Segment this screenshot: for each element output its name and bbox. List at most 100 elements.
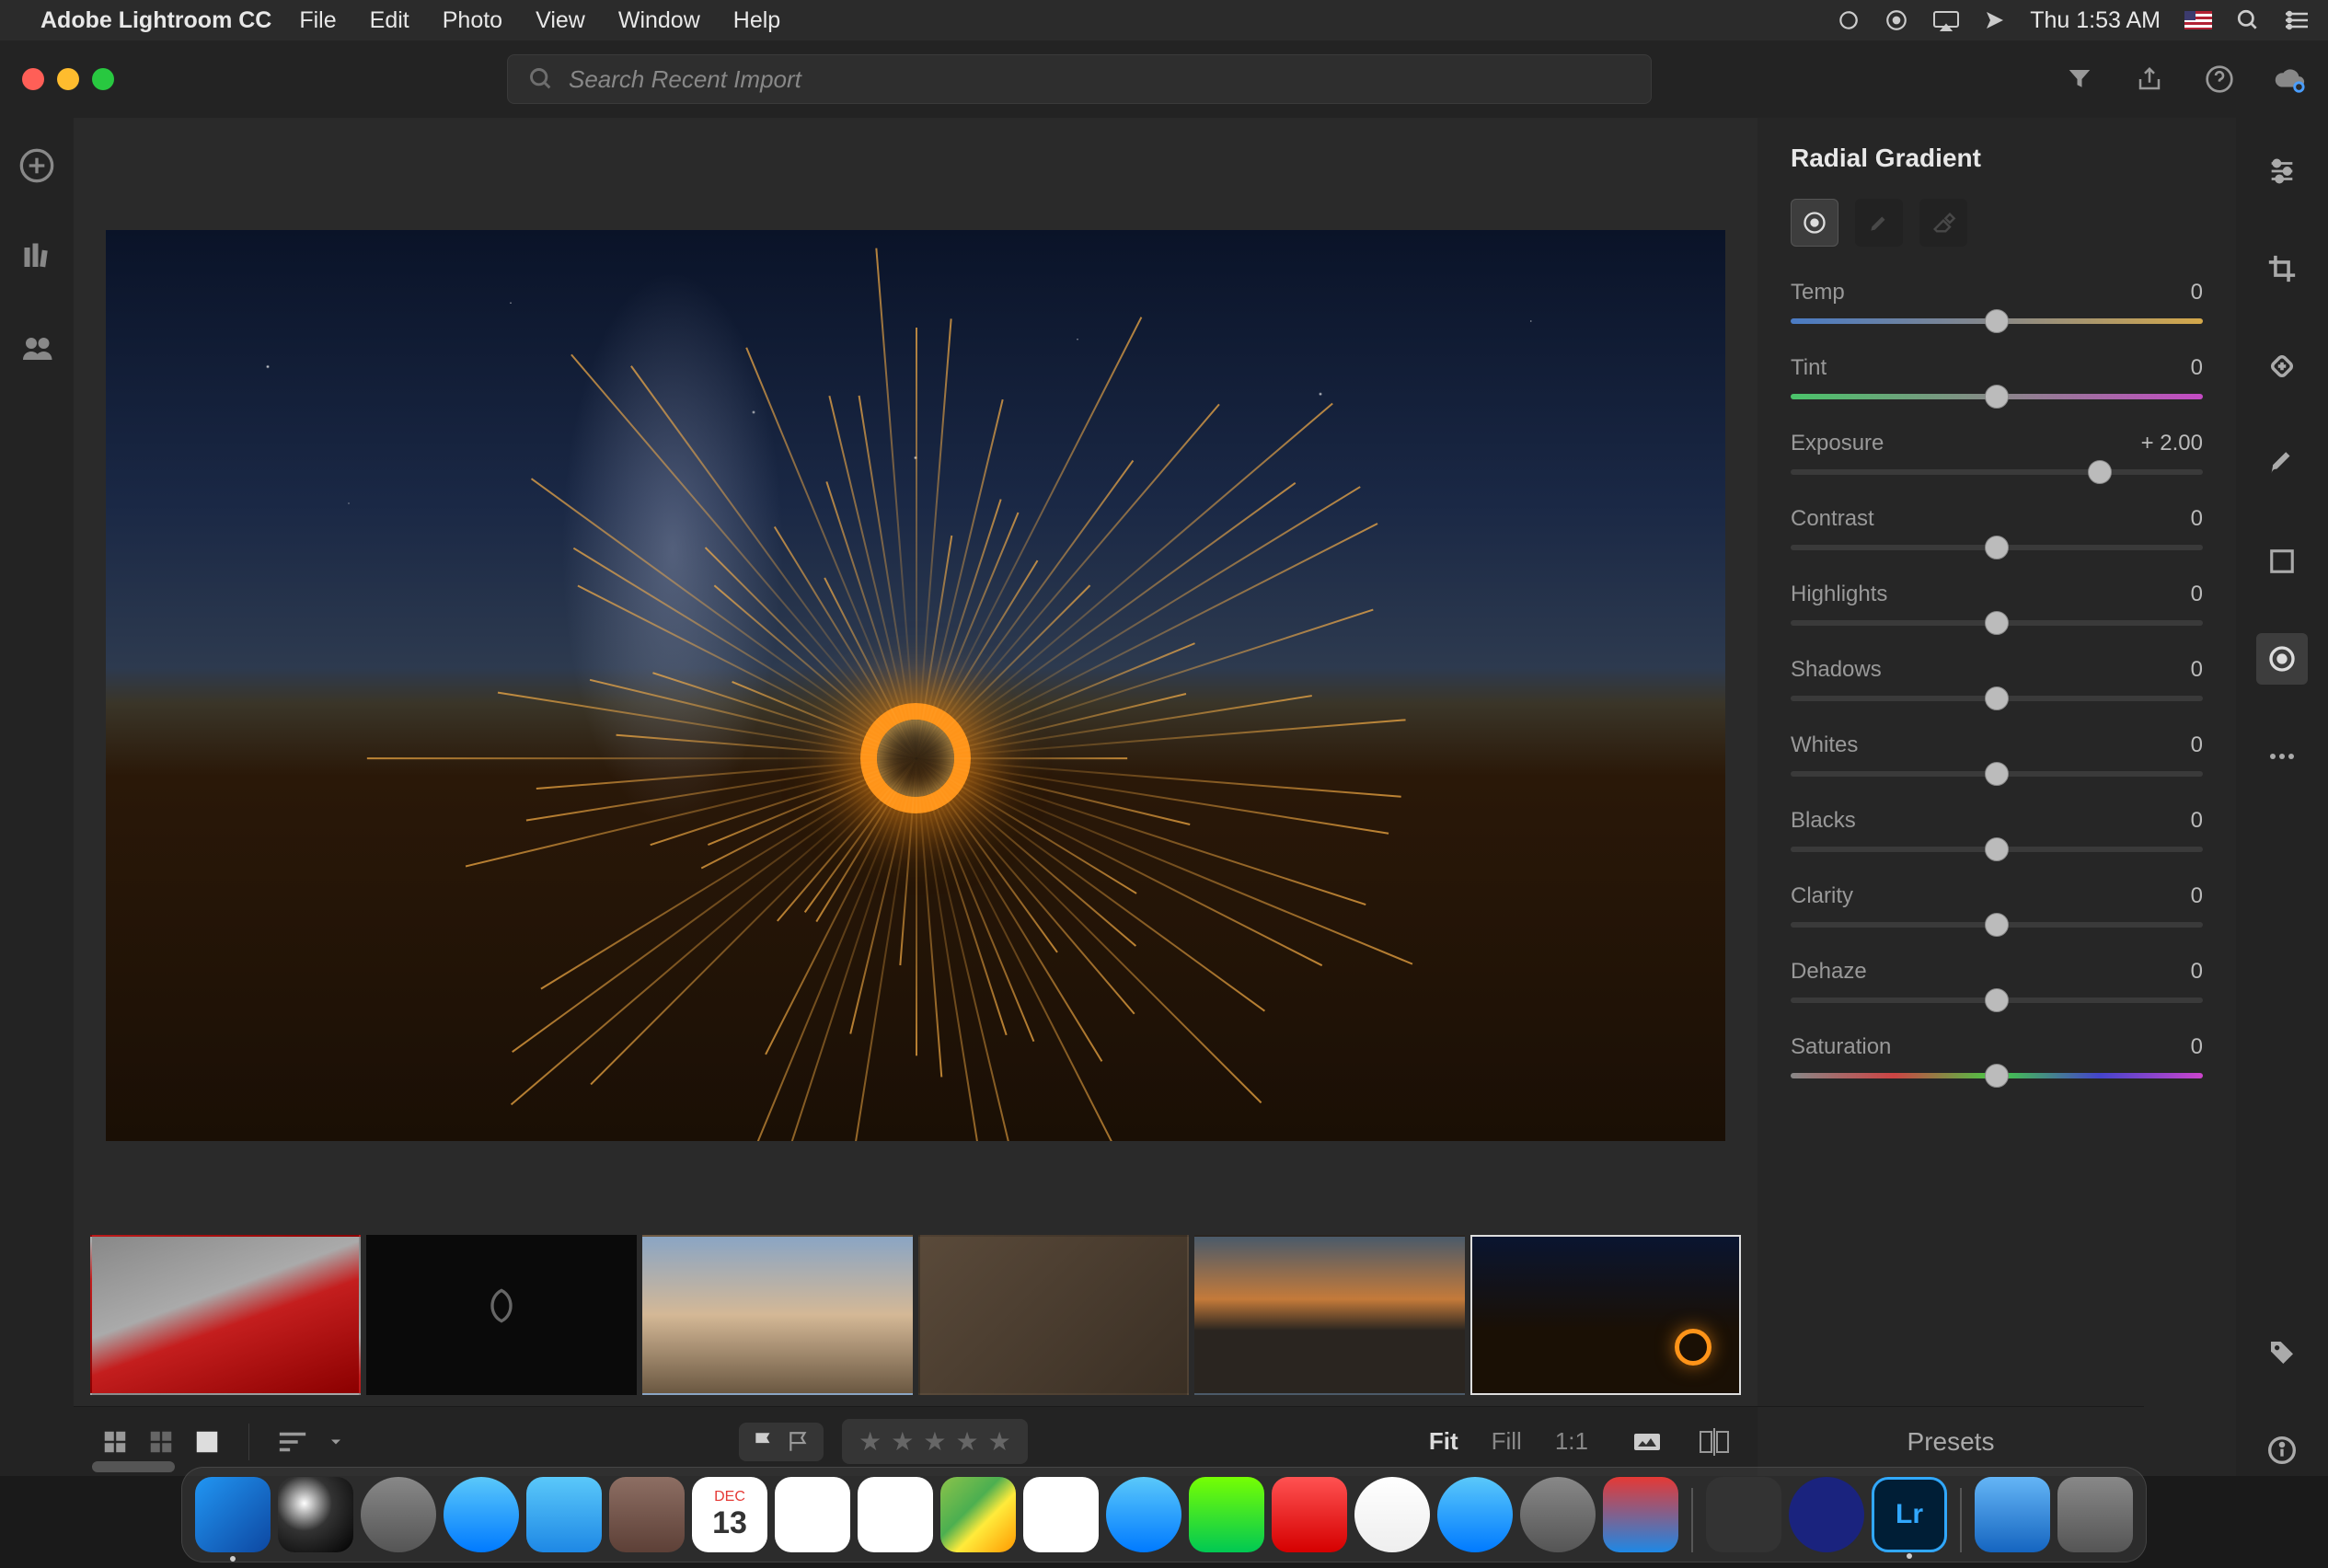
slider-track[interactable] <box>1791 469 2203 475</box>
slider-knob[interactable] <box>2088 460 2112 484</box>
linear-gradient-icon[interactable] <box>2256 536 2308 587</box>
dock-1password-icon[interactable] <box>1789 1477 1864 1552</box>
star-icon[interactable]: ★ <box>859 1426 882 1457</box>
zoom-1to1[interactable]: 1:1 <box>1555 1427 1588 1456</box>
slider-knob[interactable] <box>1985 385 2009 409</box>
dock-finder-icon[interactable] <box>195 1477 271 1552</box>
menu-view[interactable]: View <box>536 7 585 34</box>
slider-track[interactable] <box>1791 771 2203 777</box>
dock-facetime-icon[interactable] <box>1189 1477 1264 1552</box>
my-photos-button[interactable] <box>17 236 57 276</box>
sharing-button[interactable] <box>17 326 57 366</box>
tool-menu-icon[interactable] <box>1984 9 2006 31</box>
brush-icon[interactable] <box>2256 438 2308 490</box>
slider-blacks[interactable]: Blacks0 <box>1791 808 2203 852</box>
cloud-sync-icon[interactable] <box>2273 63 2306 96</box>
slider-exposure[interactable]: Exposure+ 2.00 <box>1791 431 2203 475</box>
show-original-icon[interactable] <box>1632 1430 1662 1454</box>
dock-syspref-icon[interactable] <box>1520 1477 1596 1552</box>
sort-icon[interactable] <box>277 1430 308 1454</box>
thumbnail[interactable] <box>918 1235 1189 1395</box>
fullscreen-window-button[interactable] <box>92 68 114 90</box>
flag-reject-icon[interactable] <box>787 1430 811 1454</box>
slider-knob[interactable] <box>1985 988 2009 1012</box>
search-input[interactable]: Search Recent Import <box>507 54 1652 104</box>
control-center-icon[interactable] <box>2284 10 2310 30</box>
dock-itunes-icon[interactable] <box>1354 1477 1430 1552</box>
dock-trash-icon[interactable] <box>2057 1477 2133 1552</box>
slider-clarity[interactable]: Clarity0 <box>1791 883 2203 928</box>
dock-messages-icon[interactable] <box>1106 1477 1181 1552</box>
radial-gradient-icon[interactable] <box>2256 633 2308 685</box>
menu-edit[interactable]: Edit <box>370 7 409 34</box>
creative-cloud-icon[interactable] <box>1837 8 1861 32</box>
grid-view-icon[interactable] <box>101 1428 129 1456</box>
dock-magnet-icon[interactable] <box>1603 1477 1678 1552</box>
mask-new-icon[interactable] <box>1791 199 1838 247</box>
input-source-flag-icon[interactable] <box>2184 11 2212 29</box>
keywords-icon[interactable] <box>2256 1327 2308 1378</box>
thumbnail[interactable] <box>1194 1235 1465 1395</box>
dock-contacts-icon[interactable] <box>609 1477 685 1552</box>
dock-reminders-icon[interactable] <box>858 1477 933 1552</box>
crop-icon[interactable] <box>2256 243 2308 294</box>
dock-notes-icon[interactable] <box>775 1477 850 1552</box>
sync-status-icon[interactable] <box>1884 8 1908 32</box>
slider-track[interactable] <box>1791 318 2203 324</box>
slider-track[interactable] <box>1791 847 2203 852</box>
mask-brush-icon[interactable] <box>1855 199 1903 247</box>
help-icon[interactable] <box>2203 63 2236 96</box>
slider-tint[interactable]: Tint0 <box>1791 355 2203 399</box>
star-icon[interactable]: ★ <box>891 1426 914 1457</box>
slider-track[interactable] <box>1791 997 2203 1003</box>
menu-help[interactable]: Help <box>733 7 780 34</box>
slider-dehaze[interactable]: Dehaze0 <box>1791 959 2203 1003</box>
slider-whites[interactable]: Whites0 <box>1791 732 2203 777</box>
star-icon[interactable]: ★ <box>988 1426 1011 1457</box>
slider-knob[interactable] <box>1985 837 2009 861</box>
slider-track[interactable] <box>1791 696 2203 701</box>
dock-downloads-icon[interactable] <box>1975 1477 2050 1552</box>
mask-erase-icon[interactable] <box>1919 199 1967 247</box>
square-grid-icon[interactable] <box>147 1428 175 1456</box>
slider-highlights[interactable]: Highlights0 <box>1791 582 2203 626</box>
slider-knob[interactable] <box>1985 536 2009 559</box>
dock-maps-icon[interactable] <box>940 1477 1016 1552</box>
slider-knob[interactable] <box>1985 611 2009 635</box>
slider-knob[interactable] <box>1985 1064 2009 1088</box>
dock-news-icon[interactable] <box>1272 1477 1347 1552</box>
slider-track[interactable] <box>1791 394 2203 399</box>
thumbnail[interactable] <box>366 1235 637 1395</box>
dock-safari-icon[interactable] <box>444 1477 519 1552</box>
menu-file[interactable]: File <box>299 7 336 34</box>
dock-finalcut-icon[interactable] <box>1706 1477 1781 1552</box>
spotlight-icon[interactable] <box>2236 8 2260 32</box>
info-icon[interactable] <box>2256 1424 2308 1476</box>
slider-saturation[interactable]: Saturation0 <box>1791 1034 2203 1078</box>
compare-icon[interactable] <box>1699 1428 1730 1456</box>
airplay-icon[interactable] <box>1932 9 1960 31</box>
slider-contrast[interactable]: Contrast0 <box>1791 506 2203 550</box>
add-photos-button[interactable] <box>17 145 57 186</box>
slider-track[interactable] <box>1791 545 2203 550</box>
zoom-fit[interactable]: Fit <box>1429 1427 1458 1456</box>
dock-calendar-icon[interactable]: DEC13 <box>692 1477 767 1552</box>
dock-photos-icon[interactable] <box>1023 1477 1099 1552</box>
slider-temp[interactable]: Temp0 <box>1791 280 2203 324</box>
rating-stars[interactable]: ★ ★ ★ ★ ★ <box>842 1419 1028 1464</box>
dock-launchpad-icon[interactable] <box>361 1477 436 1552</box>
menu-photo[interactable]: Photo <box>443 7 502 34</box>
slider-knob[interactable] <box>1985 913 2009 937</box>
slider-shadows[interactable]: Shadows0 <box>1791 657 2203 701</box>
more-icon[interactable] <box>2256 731 2308 782</box>
slider-track[interactable] <box>1791 922 2203 928</box>
dock-siri-icon[interactable] <box>278 1477 353 1552</box>
thumbnail-selected[interactable] <box>1470 1235 1741 1395</box>
presets-button[interactable]: Presets <box>1758 1406 2144 1476</box>
flag-pick-icon[interactable] <box>752 1430 776 1454</box>
app-name[interactable]: Adobe Lightroom CC <box>40 7 271 34</box>
sort-dropdown-icon[interactable] <box>327 1433 345 1451</box>
slider-track[interactable] <box>1791 620 2203 626</box>
share-icon[interactable] <box>2133 63 2166 96</box>
menu-window[interactable]: Window <box>618 7 700 34</box>
